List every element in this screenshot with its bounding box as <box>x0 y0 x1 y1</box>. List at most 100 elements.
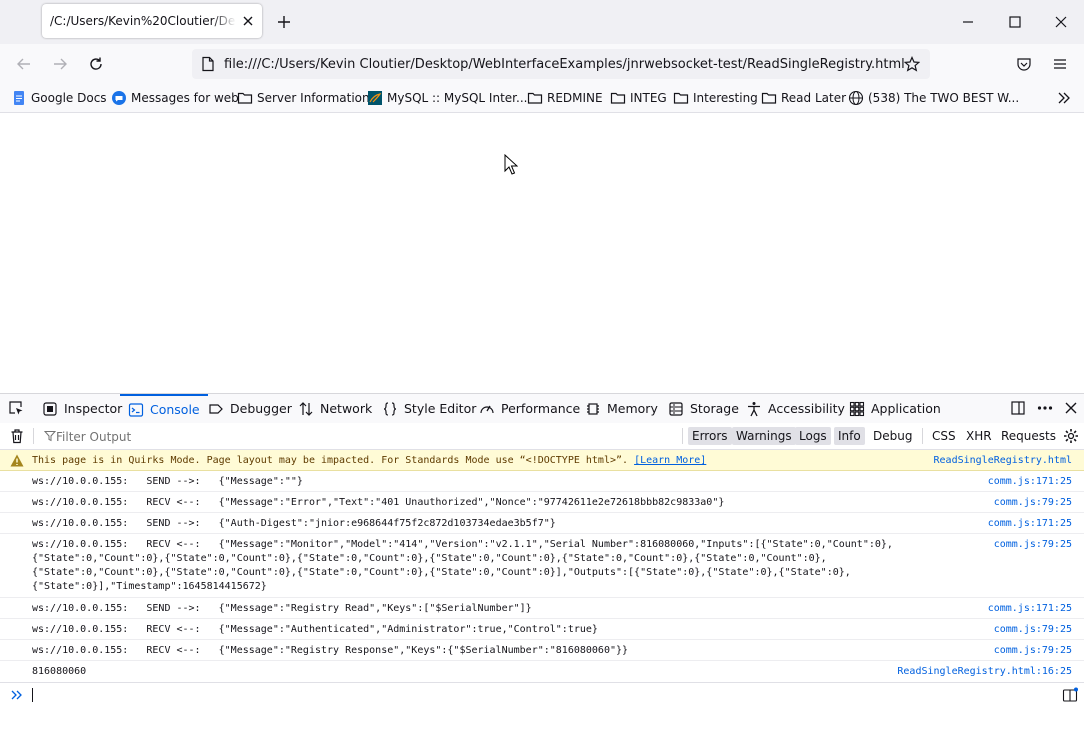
tab-performance[interactable]: Performance <box>479 394 580 423</box>
filter-requests-button[interactable]: Requests <box>997 427 1060 445</box>
bookmark-messages-for-web[interactable]: Messages for web <box>111 88 239 108</box>
bookmark-server-information[interactable]: Server Information <box>237 88 370 108</box>
tab-label: Storage <box>690 401 739 416</box>
messages-icon <box>112 91 126 105</box>
browser-tab[interactable]: /C:/Users/Kevin%20Cloutier/Desktop/WebIn… <box>42 4 262 38</box>
console-row: ws://10.0.0.155: RECV <--: {"Message":"A… <box>0 619 1084 640</box>
tab-accessibility[interactable]: Accessibility <box>746 394 845 423</box>
window-close-icon[interactable] <box>1053 14 1069 30</box>
menu-icon[interactable] <box>1052 56 1068 72</box>
console-source-link[interactable]: comm.js:171:25 <box>988 602 1072 616</box>
tab-title: /C:/Users/Kevin%20Cloutier/Desktop/WebIn… <box>50 14 236 28</box>
mysql-icon <box>368 91 382 105</box>
maximize-icon[interactable] <box>1007 14 1023 30</box>
console-row: ws://10.0.0.155: SEND -->: {"Message":"R… <box>0 598 1084 619</box>
filter-logs-button[interactable]: Logs <box>795 427 831 445</box>
tab-debugger[interactable]: Debugger <box>208 394 292 423</box>
folder-icon <box>673 92 689 104</box>
console-row: ws://10.0.0.155: RECV <--: {"Message":"M… <box>0 534 1084 598</box>
tab-title-fade <box>212 10 236 32</box>
filter-output-input[interactable] <box>42 427 358 447</box>
back-arrow-icon[interactable] <box>16 56 32 72</box>
tab-console[interactable]: Console <box>120 394 208 423</box>
mouse-cursor-icon <box>504 154 518 175</box>
console-output: This page is in Quirks Mode. Page layout… <box>0 450 1084 682</box>
console-source-link[interactable]: comm.js:171:25 <box>988 517 1072 531</box>
folder-icon <box>527 92 543 104</box>
console-input[interactable] <box>0 682 1084 707</box>
filter-errors-button[interactable]: Errors <box>688 427 732 445</box>
forward-arrow-icon[interactable] <box>52 56 68 72</box>
page-content[interactable] <box>0 113 1084 393</box>
tab-style-editor[interactable]: Style Editor <box>382 394 476 423</box>
console-message: This page is in Quirks Mode. Page layout… <box>32 454 982 468</box>
element-picker-icon[interactable] <box>8 400 24 416</box>
bookmark-label: Read Later <box>781 91 847 105</box>
gear-icon[interactable] <box>1063 428 1079 444</box>
bookmark-label: (538) The TWO BEST W... <box>868 91 1020 105</box>
warning-text: This page is in Quirks Mode. Page layout… <box>32 455 629 466</box>
trash-icon[interactable] <box>9 428 25 444</box>
console-message: ws://10.0.0.155: RECV <--: {"Message":"A… <box>32 624 598 635</box>
close-icon[interactable] <box>240 13 256 29</box>
filter-xhr-button[interactable]: XHR <box>962 427 996 445</box>
bookmark-interesting[interactable]: Interesting <box>673 88 758 108</box>
chevron-double-right-icon <box>11 690 22 700</box>
tab-strip: /C:/Users/Kevin%20Cloutier/Desktop/WebIn… <box>0 0 1084 44</box>
reload-icon[interactable] <box>88 56 104 72</box>
divider <box>922 428 923 444</box>
minimize-icon[interactable] <box>960 14 976 30</box>
tab-label: Inspector <box>64 401 123 416</box>
tab-storage[interactable]: Storage <box>668 394 739 423</box>
console-source-link[interactable]: ReadSingleRegistry.html:16:25 <box>897 665 1072 679</box>
bookmark-two-best[interactable]: (538) The TWO BEST W... <box>848 88 1019 108</box>
filter-debug-button[interactable]: Debug <box>869 427 916 445</box>
console-message: 816080060 <box>32 666 87 677</box>
close-devtools-icon[interactable] <box>1063 400 1079 416</box>
bookmark-integ[interactable]: INTEG <box>610 88 667 108</box>
bookmark-mysql[interactable]: MySQL :: MySQL Inter... <box>367 88 527 108</box>
console-row: ws://10.0.0.155: RECV <--: {"Message":"R… <box>0 640 1084 661</box>
bookmark-google-docs[interactable]: Google Docs <box>11 88 107 108</box>
console-source-link[interactable]: comm.js:79:25 <box>994 496 1072 510</box>
filter-info-button[interactable]: Info <box>834 427 865 445</box>
learn-more-link[interactable]: [Learn More] <box>634 455 706 466</box>
editor-mode-icon[interactable] <box>1062 687 1078 703</box>
tab-memory[interactable]: Memory <box>585 394 658 423</box>
pocket-icon[interactable] <box>1016 56 1032 72</box>
inspector-icon <box>43 401 57 416</box>
bookmark-label: MySQL :: MySQL Inter... <box>387 91 528 105</box>
page-icon <box>202 56 214 72</box>
star-icon[interactable] <box>904 56 920 72</box>
chevron-double-right-icon[interactable] <box>1056 90 1072 106</box>
tab-network[interactable]: Network <box>298 394 372 423</box>
filter-css-button[interactable]: CSS <box>928 427 960 445</box>
console-source-link[interactable]: comm.js:79:25 <box>994 538 1072 552</box>
tab-application[interactable]: Application <box>849 394 941 423</box>
console-message: ws://10.0.0.155: RECV <--: {"Message":"R… <box>32 645 629 656</box>
url-text: file:///C:/Users/Kevin Cloutier/Desktop/… <box>224 57 905 72</box>
folder-icon <box>237 92 253 104</box>
console-source-link[interactable]: comm.js:79:25 <box>994 623 1072 637</box>
more-options-icon[interactable] <box>1037 400 1053 416</box>
bookmark-redmine[interactable]: REDMINE <box>527 88 603 108</box>
console-filter-bar: Errors Warnings Logs Info Debug CSS XHR … <box>0 423 1084 450</box>
divider <box>33 428 34 444</box>
dock-side-icon[interactable] <box>1010 400 1026 416</box>
tab-inspector[interactable]: Inspector <box>42 394 122 423</box>
braces-icon <box>383 401 397 416</box>
bookmark-label: REDMINE <box>547 91 603 105</box>
globe-icon <box>848 90 864 106</box>
console-row: ws://10.0.0.155: SEND -->: {"Message":""… <box>0 471 1084 492</box>
console-source-link[interactable]: ReadSingleRegistry.html <box>934 454 1072 468</box>
bookmark-read-later[interactable]: Read Later <box>761 88 846 108</box>
bookmark-label: Messages for web <box>131 91 239 105</box>
filter-warnings-button[interactable]: Warnings <box>732 427 796 445</box>
storage-icon <box>669 401 683 416</box>
plus-icon[interactable] <box>276 14 292 30</box>
console-source-link[interactable]: comm.js:171:25 <box>988 475 1072 489</box>
console-row: ws://10.0.0.155: RECV <--: {"Message":"E… <box>0 492 1084 513</box>
url-bar[interactable]: file:///C:/Users/Kevin Cloutier/Desktop/… <box>192 49 930 79</box>
console-message: ws://10.0.0.155: RECV <--: {"Message":"E… <box>32 497 725 508</box>
console-source-link[interactable]: comm.js:79:25 <box>994 644 1072 658</box>
